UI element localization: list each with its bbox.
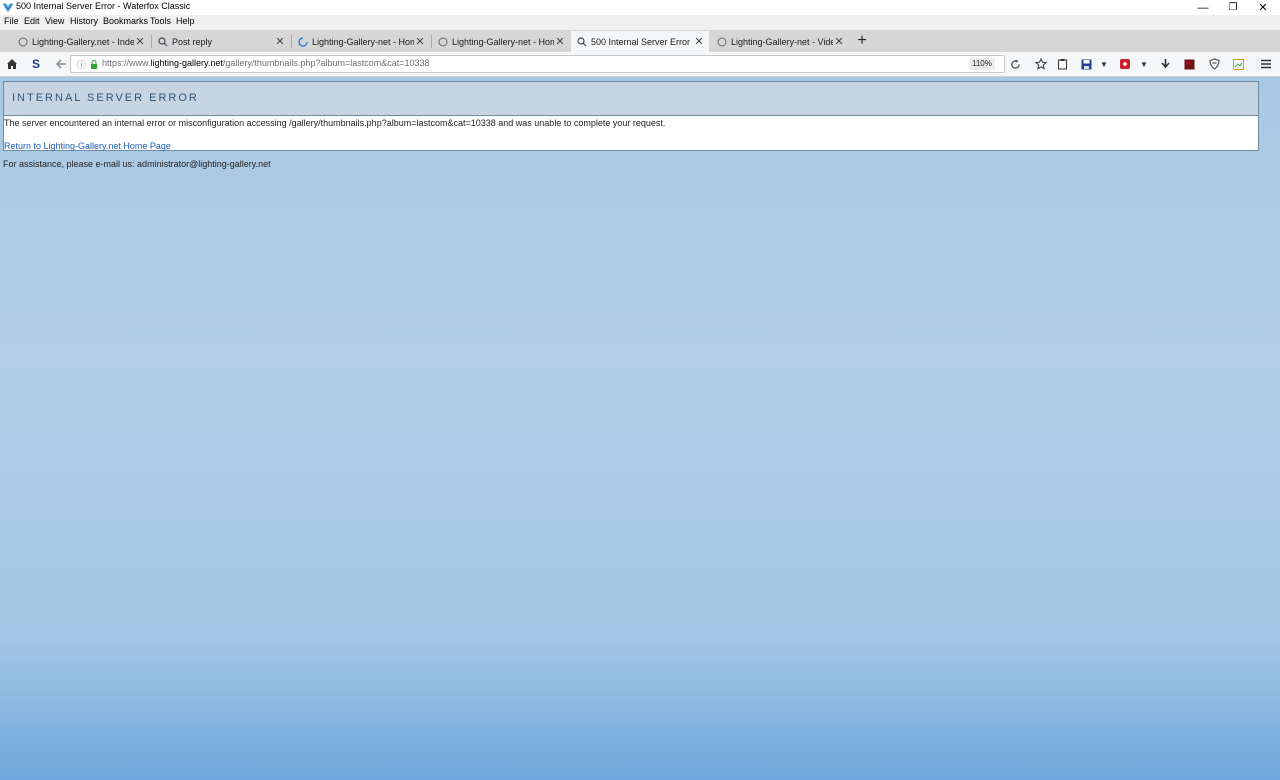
downloads-button[interactable]: [1156, 55, 1174, 73]
close-tab-icon[interactable]: ✕: [134, 35, 146, 48]
addon-dropdown-icon[interactable]: ▼: [1135, 55, 1153, 73]
back-arrow-icon: [56, 59, 66, 69]
menu-bar: File Edit View History Bookmarks Tools H…: [0, 15, 1280, 30]
loading-icon: [438, 37, 448, 46]
s-extension-button[interactable]: S: [27, 55, 45, 73]
assistance-text: For assistance, please e-mail us: admini…: [3, 159, 271, 169]
shield-icon: [1208, 58, 1220, 70]
menu-view[interactable]: View: [45, 16, 64, 26]
tab-lighting-gallery-index[interactable]: Lighting-Gallery.net - Index ✕: [12, 31, 150, 52]
site-favicon: [158, 36, 168, 46]
loading-icon: [18, 37, 28, 46]
addon-button[interactable]: [1116, 55, 1134, 73]
back-button[interactable]: [52, 55, 70, 73]
site-favicon: [577, 36, 587, 46]
star-icon: [1035, 58, 1047, 70]
close-tab-icon[interactable]: ✕: [833, 35, 845, 48]
close-window-button[interactable]: ✕: [1248, 0, 1278, 15]
clipboard-button[interactable]: [1053, 55, 1071, 73]
close-tab-icon[interactable]: ✕: [693, 35, 705, 48]
restore-button[interactable]: ❐: [1218, 0, 1248, 15]
tab-lighting-gallery-home[interactable]: Lighting-Gallery-net - Home ✕: [292, 31, 430, 52]
waterfox-app-icon: [3, 3, 13, 12]
menu-edit[interactable]: Edit: [24, 16, 40, 26]
window-titlebar: 500 Internal Server Error - Waterfox Cla…: [0, 0, 1280, 15]
tab-label: Lighting-Gallery-net - Home: [452, 36, 554, 47]
return-home-link[interactable]: Return to Lighting-Gallery.net Home Page: [4, 141, 171, 151]
home-button[interactable]: [3, 55, 21, 73]
url-domain: lighting-gallery.net: [150, 58, 223, 68]
save-page-button[interactable]: [1077, 55, 1095, 73]
page-content: INTERNAL SERVER ERROR The server encount…: [0, 77, 1280, 780]
url-bar[interactable]: ⓘ https://www.lighting-gallery.net/galle…: [70, 55, 1005, 73]
loading-icon: [717, 37, 727, 46]
red-addon-icon: [1120, 59, 1130, 69]
tab-label: Lighting-Gallery.net - Index: [32, 36, 134, 47]
tab-lighting-gallery-home-2[interactable]: Lighting-Gallery-net - Home ✕: [432, 31, 570, 52]
reload-icon: [1010, 58, 1020, 69]
menu-help[interactable]: Help: [176, 16, 195, 26]
menu-tools[interactable]: Tools: [150, 16, 171, 26]
image-extension-icon: [1232, 58, 1244, 70]
close-tab-icon[interactable]: ✕: [414, 35, 426, 48]
zoom-indicator[interactable]: 110%: [969, 58, 995, 70]
clipboard-icon: [1057, 59, 1067, 70]
hamburger-menu-icon: [1261, 59, 1271, 69]
tab-label: 500 Internal Server Error: [591, 36, 691, 47]
save-dropdown-icon[interactable]: ▼: [1095, 55, 1113, 73]
minimize-button[interactable]: —: [1188, 0, 1218, 15]
menu-button[interactable]: [1257, 55, 1275, 73]
tab-500-internal-server-error[interactable]: 500 Internal Server Error ✕: [571, 31, 709, 52]
menu-file[interactable]: File: [4, 16, 19, 26]
tab-label: Lighting-Gallery-net - Home: [312, 36, 414, 47]
menu-history[interactable]: History: [70, 16, 98, 26]
window-title: 500 Internal Server Error - Waterfox Cla…: [16, 1, 191, 11]
error-panel: INTERNAL SERVER ERROR The server encount…: [3, 81, 1259, 151]
download-arrow-icon: [1160, 59, 1170, 69]
tab-lighting-gallery-videos[interactable]: Lighting-Gallery-net - Videos ✕: [711, 31, 849, 52]
close-tab-icon[interactable]: ✕: [274, 35, 286, 48]
url-path: /gallery/thumbnails.php?album=lastcom&ca…: [222, 58, 430, 68]
error-header: INTERNAL SERVER ERROR: [4, 82, 1258, 116]
error-message: The server encountered an internal error…: [4, 118, 666, 128]
loading-spinner-icon: [298, 36, 308, 47]
extension-button-image[interactable]: [1229, 55, 1247, 73]
url-text: https://www.lighting-gallery.net/gallery…: [102, 58, 430, 68]
navigation-toolbar: S ⓘ https://www.lighting-gallery.net/gal…: [0, 52, 1280, 77]
tab-post-reply[interactable]: Post reply ✕: [152, 31, 290, 52]
lock-icon: [91, 60, 97, 69]
bookmark-star-button[interactable]: [1032, 55, 1050, 73]
reload-button[interactable]: [1006, 55, 1024, 73]
menu-bookmarks[interactable]: Bookmarks: [103, 16, 148, 26]
new-tab-button[interactable]: +: [855, 32, 869, 50]
dark-red-extension-icon: [1184, 59, 1194, 69]
home-icon: [7, 59, 17, 69]
url-prefix: https://www.: [102, 58, 151, 68]
info-icon[interactable]: ⓘ: [77, 58, 86, 71]
close-tab-icon[interactable]: ✕: [554, 35, 566, 48]
tab-strip: Lighting-Gallery.net - Index ✕ Post repl…: [0, 30, 1280, 52]
extension-button-dark-red[interactable]: [1180, 55, 1198, 73]
tab-label: Post reply: [172, 36, 213, 47]
floppy-disk-icon: [1081, 59, 1091, 69]
shield-button[interactable]: [1205, 55, 1223, 73]
tab-label: Lighting-Gallery-net - Videos: [731, 36, 833, 47]
page-title: INTERNAL SERVER ERROR: [12, 92, 199, 104]
